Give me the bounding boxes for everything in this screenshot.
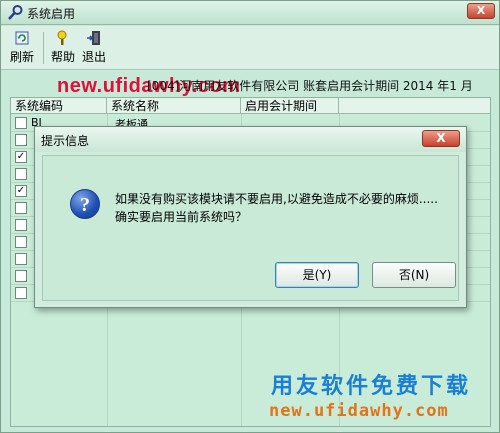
row-checkbox[interactable] (15, 270, 27, 282)
header-period[interactable]: 启用会计期间 (241, 98, 339, 114)
window-close-button[interactable]: X (467, 3, 495, 19)
question-icon: ? (70, 189, 100, 219)
row-checkbox[interactable] (15, 236, 27, 248)
row-checkbox[interactable] (15, 287, 27, 299)
help-button[interactable]: 帮助 (49, 30, 77, 66)
exit-label: 退出 (81, 50, 106, 64)
help-label: 帮助 (50, 50, 75, 64)
exit-door-icon (87, 31, 100, 45)
grid-header: 系统编码 系统名称 启用会计期间 (11, 98, 490, 114)
row-checkbox[interactable] (15, 168, 27, 180)
yes-button[interactable]: 是(Y) (275, 262, 359, 288)
window-title: 系统启用 (27, 7, 76, 21)
account-info: [004]河南用友软件有限公司 账套启用会计期间 2014 年1 月 (147, 79, 473, 93)
dialog-title: 提示信息 (41, 134, 90, 148)
row-checkbox[interactable] (15, 117, 27, 129)
help-icon (57, 30, 67, 45)
header-system-name[interactable]: 系统名称 (107, 98, 241, 114)
toolbar-separator (43, 32, 44, 64)
exit-button[interactable]: 退出 (80, 30, 108, 66)
row-checkbox[interactable] (15, 219, 27, 231)
window-titlebar: 系统启用 X (1, 1, 499, 25)
watermark-download-text: 用友软件免费下载 (271, 374, 472, 399)
toolbar: 刷新 帮助 退出 (1, 26, 499, 70)
no-button[interactable]: 否(N) (372, 262, 456, 288)
row-checkbox[interactable]: ✓ (15, 185, 27, 197)
header-system-code[interactable]: 系统编码 (11, 98, 107, 114)
row-checkbox[interactable] (15, 253, 27, 265)
wrench-icon (8, 5, 23, 20)
refresh-label: 刷新 (9, 50, 34, 64)
row-checkbox[interactable]: ✓ (15, 151, 27, 163)
row-checkbox[interactable] (15, 202, 27, 214)
dialog-message-line2: 确实要启用当前系统吗？ (115, 210, 248, 224)
dialog-body: ? 如果没有购买该模块请不要启用,以避免造成不必要的麻烦..... 确实要启用当… (42, 155, 459, 301)
watermark-url-bottom: new.ufidawhy.com (269, 401, 449, 421)
dialog-close-button[interactable]: X (422, 130, 460, 147)
row-checkbox[interactable] (15, 134, 27, 146)
refresh-button[interactable]: 刷新 (7, 30, 37, 66)
refresh-icon (15, 31, 29, 45)
dialog-message-line1: 如果没有购买该模块请不要启用,以避免造成不必要的麻烦..... (115, 192, 438, 206)
confirm-dialog: 提示信息 X ? 如果没有购买该模块请不要启用,以避免造成不必要的麻烦.....… (34, 126, 467, 308)
dialog-titlebar: 提示信息 X (35, 127, 466, 152)
